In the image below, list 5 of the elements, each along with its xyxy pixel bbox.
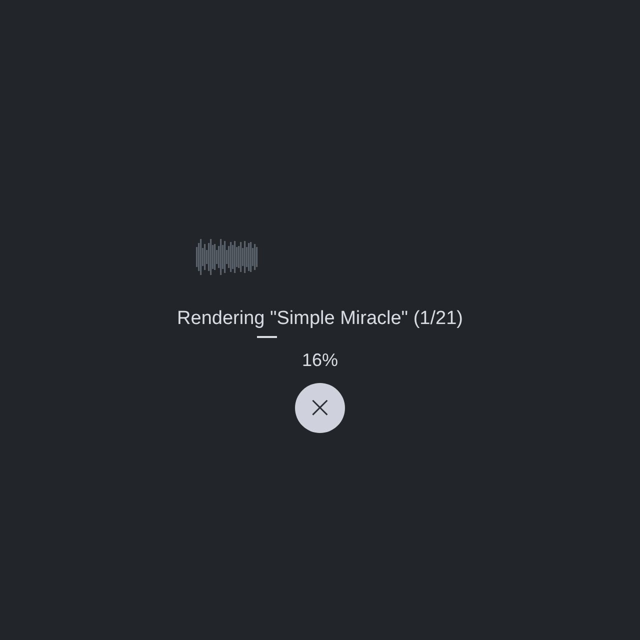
- progress-indicator: [257, 336, 277, 338]
- rendering-status-text: Rendering "Simple Miracle" (1/21): [177, 308, 463, 330]
- waveform-icon: [196, 236, 258, 278]
- cancel-button[interactable]: ×: [295, 383, 345, 433]
- progress-percent: 16%: [302, 350, 338, 371]
